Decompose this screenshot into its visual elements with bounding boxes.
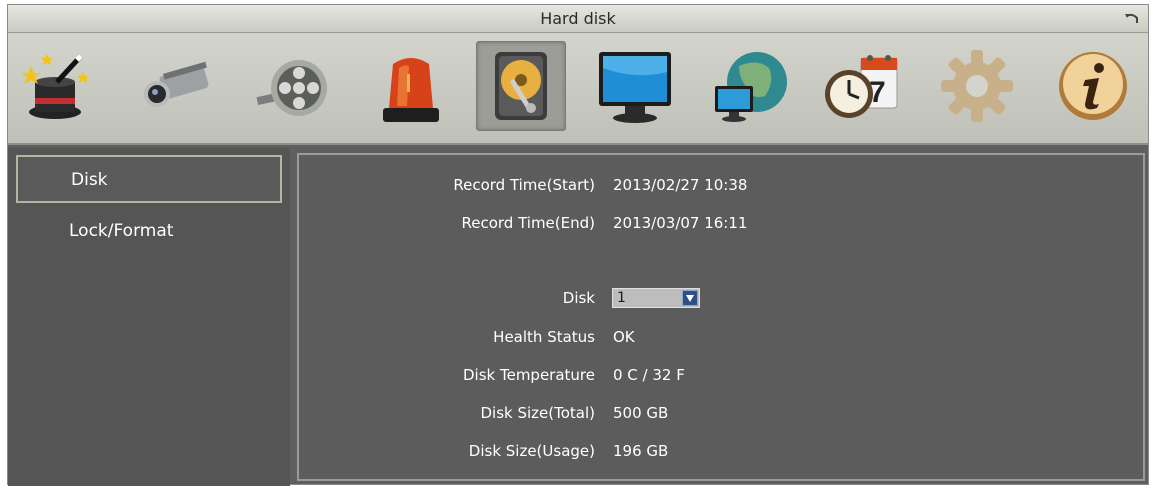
size-usage-label: Disk Size(Usage) — [468, 442, 595, 460]
size-total-value: 500 GB — [613, 404, 669, 422]
size-usage-row: Disk Size(Usage) 196 GB — [299, 439, 1143, 463]
size-total-row: Disk Size(Total) 500 GB — [299, 401, 1143, 425]
record-icon[interactable] — [248, 41, 338, 131]
disk-row: Disk 1 — [299, 286, 1143, 310]
temperature-row: Disk Temperature 0 C / 32 F — [299, 363, 1143, 387]
temperature-value: 0 C / 32 F — [613, 366, 685, 384]
health-value: OK — [613, 328, 635, 346]
wizard-icon[interactable] — [12, 41, 102, 131]
record-start-row: Record Time(Start) 2013/02/27 10:38 — [299, 173, 1143, 197]
title-bar: Hard disk — [8, 5, 1148, 33]
disk-info-panel: Record Time(Start) 2013/02/27 10:38 Reco… — [297, 153, 1145, 481]
temperature-label: Disk Temperature — [462, 366, 595, 384]
chevron-down-icon[interactable] — [682, 290, 698, 306]
window-title: Hard disk — [540, 9, 616, 28]
camera-icon[interactable] — [130, 41, 220, 131]
disk-select-value: 1 — [617, 290, 626, 306]
disk-label: Disk — [562, 289, 595, 307]
side-menu: Disk Lock/Format — [8, 148, 290, 486]
health-row: Health Status OK — [299, 325, 1143, 349]
hard-disk-icon[interactable] — [476, 41, 566, 131]
size-total-label: Disk Size(Total) — [480, 404, 595, 422]
health-label: Health Status — [493, 328, 595, 346]
settings-gear-icon[interactable] — [932, 41, 1022, 131]
network-icon[interactable] — [704, 41, 794, 131]
display-icon[interactable] — [590, 41, 680, 131]
alarm-icon[interactable] — [366, 41, 456, 131]
record-end-row: Record Time(End) 2013/03/07 16:11 — [299, 211, 1143, 235]
size-usage-value: 196 GB — [613, 442, 669, 460]
hard-disk-window: Hard disk 7 Disk Lock/Format Record Time… — [7, 4, 1149, 486]
record-start-value: 2013/02/27 10:38 — [613, 176, 748, 194]
record-end-label: Record Time(End) — [461, 214, 595, 232]
schedule-icon[interactable]: 7 — [816, 41, 906, 131]
menu-item-lock-format[interactable]: Lock/Format — [16, 208, 282, 256]
back-arrow-icon[interactable] — [1124, 11, 1140, 27]
record-start-label: Record Time(Start) — [453, 176, 595, 194]
info-icon[interactable] — [1048, 41, 1138, 131]
main-toolbar: 7 — [8, 33, 1148, 145]
disk-select[interactable]: 1 — [612, 288, 700, 308]
menu-item-disk[interactable]: Disk — [16, 155, 282, 203]
record-end-value: 2013/03/07 16:11 — [613, 214, 748, 232]
